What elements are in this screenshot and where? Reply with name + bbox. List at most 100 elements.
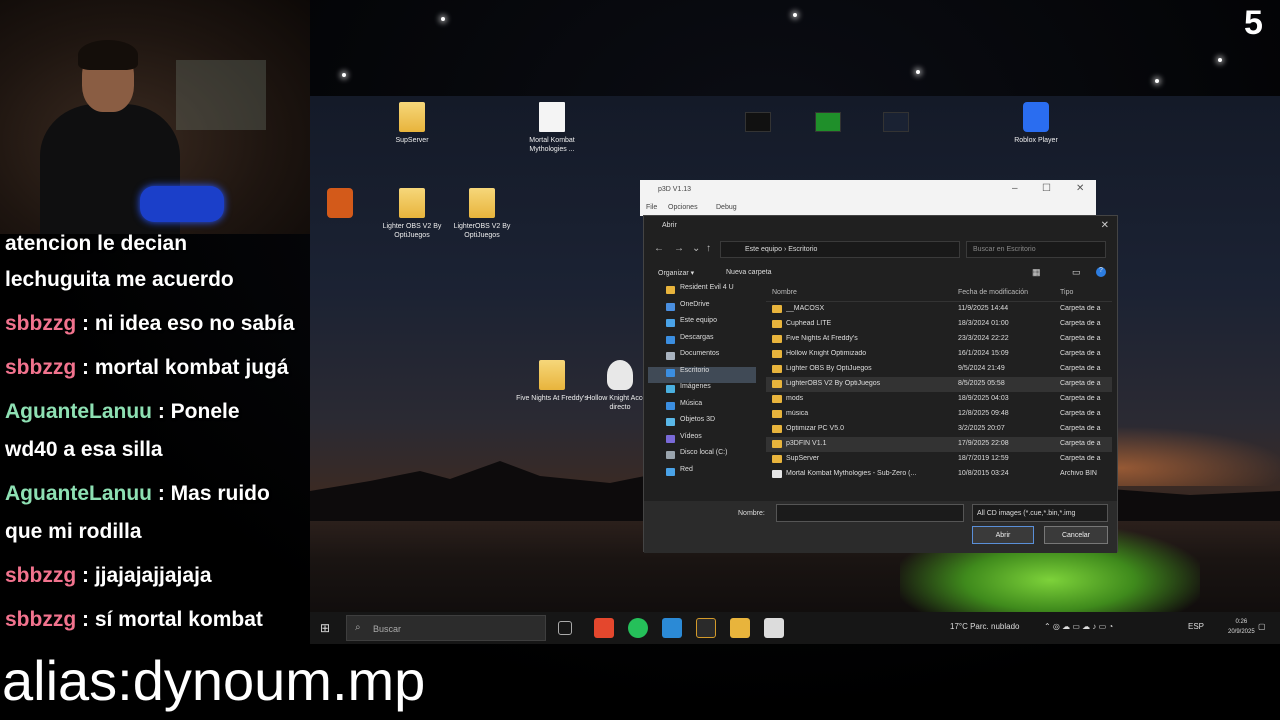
language-indicator[interactable]: ESP	[1188, 622, 1204, 631]
folder-icon	[772, 365, 782, 373]
file-rows: __MACOSX 11/9/2025 14:44 Carpeta de a Cuphe…	[766, 302, 1112, 482]
file-icon	[539, 102, 565, 132]
close-icon[interactable]: ✕	[1101, 220, 1109, 231]
tray-icons[interactable]: ⌃ ◎ ☁ ▭ ☁ ♪ ▭ ◔	[1044, 622, 1113, 631]
app-icon	[327, 188, 353, 218]
minimize-icon[interactable]: –	[1012, 183, 1018, 194]
desktop-icon-lighter-obs[interactable]: Lighter OBS V2 By OptiJuegos	[372, 188, 452, 240]
sidebar-item-documents[interactable]: Documentos	[648, 350, 756, 367]
file-row[interactable]: p3DFIN V1.1 17/9/2025 22:08 Carpeta de a	[766, 437, 1112, 452]
open-button[interactable]: Abrir	[972, 526, 1034, 544]
file-date: 11/9/2025 14:44	[958, 305, 1009, 312]
file-name: mods	[786, 395, 804, 402]
drive-icon	[666, 451, 675, 459]
chevron-down-icon[interactable]: ⌄	[692, 243, 700, 254]
file-type: Carpeta de a	[1060, 365, 1101, 372]
organize-button[interactable]: Organizar ▾	[658, 269, 694, 277]
file-date: 8/5/2025 05:58	[958, 380, 1005, 387]
column-date[interactable]: Fecha de modificación	[958, 289, 1028, 296]
whatsapp-icon[interactable]	[628, 618, 648, 638]
filename-input[interactable]	[776, 504, 964, 522]
file-row[interactable]: Hollow Knight Optimizado 16/1/2024 15:09 C…	[766, 347, 1112, 362]
file-row[interactable]: LighterOBS V2 By OptiJuegos 8/5/2025 05:5…	[766, 377, 1112, 392]
p3d-taskbar-icon[interactable]	[764, 618, 784, 638]
preview-pane-icon[interactable]: ▭	[1072, 267, 1081, 278]
back-arrow-icon[interactable]: ←	[654, 243, 664, 254]
folder-icon	[772, 320, 782, 328]
sidebar-item-label: Escritorio	[680, 366, 710, 374]
file-name: Five Nights At Freddy's	[786, 335, 858, 342]
desktop-icon-app[interactable]	[310, 188, 380, 222]
address-bar[interactable]: Este equipo › Escritorio	[720, 241, 960, 258]
video-icon	[666, 434, 675, 443]
file-list: Nombre Fecha de modificación Tipo __MACO…	[766, 284, 1112, 500]
notification-icon[interactable]: ▢	[1258, 622, 1266, 631]
sidebar-item-resident-evil[interactable]: Resident Evil 4 U	[648, 284, 756, 301]
desktop-icon-thumb-3[interactable]	[856, 112, 936, 136]
file-row[interactable]: mods 18/9/2025 04:03 Carpeta de a	[766, 392, 1112, 407]
chat-message: AguanteLanuu : Ponele	[5, 400, 240, 424]
column-type[interactable]: Tipo	[1060, 289, 1073, 296]
breadcrumb-this-pc[interactable]: Este equipo	[745, 246, 782, 253]
folder-icon	[399, 188, 425, 218]
app-icon[interactable]	[696, 618, 716, 638]
sidebar-item-desktop[interactable]: Escritorio	[648, 366, 756, 383]
up-arrow-icon[interactable]: ↑	[706, 243, 711, 254]
new-folder-button[interactable]: Nueva carpeta	[726, 269, 772, 276]
folder-icon	[772, 440, 782, 448]
file-type-select[interactable]: All CD images (*.cue,*.bin,*.img	[972, 504, 1108, 522]
brave-icon[interactable]	[594, 618, 614, 638]
clock[interactable]: 0:26 20/9/2025	[1228, 617, 1255, 637]
maximize-icon[interactable]: ☐	[1042, 183, 1051, 194]
sidebar-item-downloads[interactable]: Descargas	[648, 334, 756, 351]
star	[342, 73, 346, 77]
file-icon	[772, 470, 782, 478]
taskbar-search[interactable]: ⌕ Buscar	[346, 615, 546, 641]
sidebar-item-this-pc[interactable]: Este equipo	[648, 317, 756, 334]
desktop-icon-supserver[interactable]: SupServer	[372, 102, 452, 145]
file-row[interactable]: Mortal Kombat Mythologies - Sub-Zero (..…	[766, 467, 1112, 482]
file-row[interactable]: música 12/8/2025 09:48 Carpeta de a	[766, 407, 1112, 422]
desktop-icon-roblox[interactable]: Roblox Player	[996, 102, 1076, 145]
p3d-window[interactable]: p3D V1.13 – ☐ ✕ File Opciones Debug	[640, 180, 1096, 216]
weather-widget[interactable]: 17°C Parc. nublado	[950, 622, 1019, 631]
desktop-icon-thumb-1[interactable]	[718, 112, 798, 136]
sidebar-item-label: Objetos 3D	[680, 416, 716, 423]
desktop-icon-label: Mortal Kombat Mythologies ...	[529, 137, 575, 153]
help-icon[interactable]: ?	[1096, 267, 1106, 277]
cancel-button[interactable]: Cancelar	[1044, 526, 1108, 544]
menu-debug[interactable]: Debug	[716, 204, 737, 211]
task-view-icon[interactable]	[558, 621, 572, 635]
desktop-icon-mortal-kombat[interactable]: Mortal Kombat Mythologies ...	[512, 102, 592, 154]
sidebar-item-network[interactable]: Red	[648, 466, 756, 483]
view-options-icon[interactable]: ▦	[1032, 267, 1041, 278]
file-row[interactable]: SupServer 18/7/2019 12:59 Carpeta de a	[766, 452, 1112, 467]
file-row[interactable]: Optimizar PC V5.0 3/2/2025 20:07 Carpeta d…	[766, 422, 1112, 437]
sidebar-item-music[interactable]: Música	[648, 400, 756, 417]
file-row[interactable]: __MACOSX 11/9/2025 14:44 Carpeta de a	[766, 302, 1112, 317]
sidebar-item-onedrive[interactable]: OneDrive	[648, 301, 756, 318]
menu-file[interactable]: File	[646, 204, 657, 211]
shortcut-icon	[815, 112, 841, 132]
sidebar-item-local-disk[interactable]: Disco local (C:)	[648, 449, 756, 466]
search-input[interactable]: Buscar en Escritorio	[966, 241, 1106, 258]
file-row[interactable]: Cuphead LITE 18/3/2024 01:00 Carpeta de a	[766, 317, 1112, 332]
sidebar-item-videos[interactable]: Vídeos	[648, 433, 756, 450]
dialog-footer: Nombre: All CD images (*.cue,*.bin,*.img…	[644, 501, 1117, 553]
sidebar-item-label: Imágenes	[680, 383, 711, 390]
streamer-hair	[78, 40, 138, 70]
column-name[interactable]: Nombre	[772, 289, 797, 296]
file-row[interactable]: Lighter OBS By OptiJuegos 9/5/2024 21:49 C…	[766, 362, 1112, 377]
desktop-icon-lighter-obs-v2[interactable]: LighterOBS V2 By OptiJuegos	[442, 188, 522, 240]
breadcrumb-desktop[interactable]: Escritorio	[788, 246, 817, 253]
sidebar-item-pictures[interactable]: Imágenes	[648, 383, 756, 400]
file-date: 9/5/2024 21:49	[958, 365, 1005, 372]
forward-arrow-icon[interactable]: →	[674, 243, 684, 254]
sidebar-item-3d-objects[interactable]: Objetos 3D	[648, 416, 756, 433]
menu-options[interactable]: Opciones	[668, 204, 698, 211]
file-explorer-icon[interactable]	[730, 618, 750, 638]
file-type: Carpeta de a	[1060, 440, 1101, 447]
app-icon[interactable]	[662, 618, 682, 638]
close-icon[interactable]: ✕	[1076, 183, 1084, 194]
file-row[interactable]: Five Nights At Freddy's 23/3/2024 22:22 Ca…	[766, 332, 1112, 347]
